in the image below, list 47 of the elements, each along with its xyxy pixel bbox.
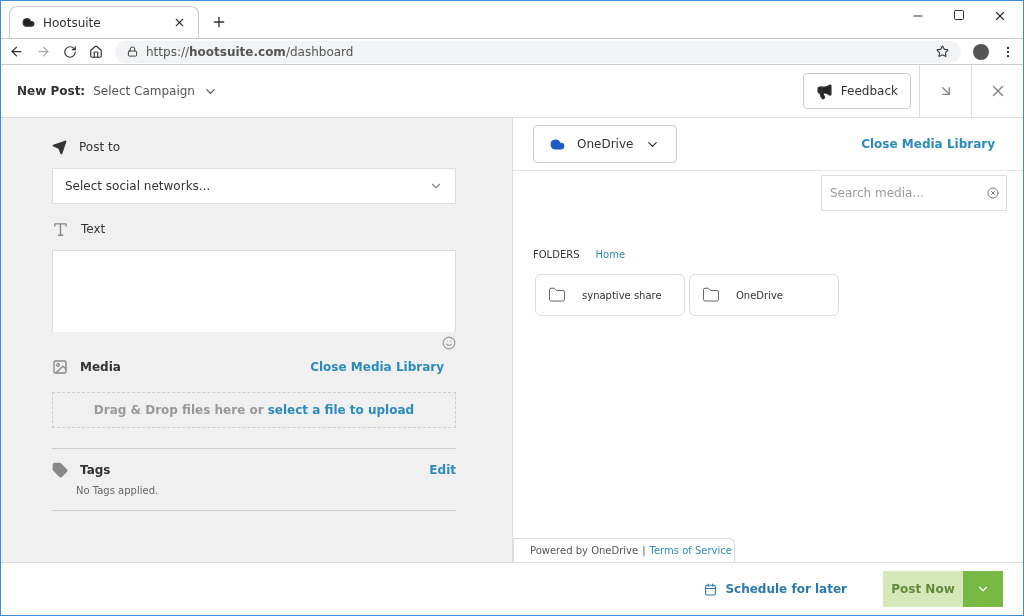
megaphone-icon — [815, 82, 833, 100]
url-text: https://hootsuite.com/dashboard — [146, 43, 355, 61]
post-text-field[interactable] — [52, 250, 456, 332]
folders-label: FOLDERS — [533, 248, 580, 262]
address-bar[interactable]: https://hootsuite.com/dashboard — [115, 40, 961, 63]
folder-icon — [548, 286, 566, 304]
logo-icon — [22, 16, 35, 29]
maximize-icon[interactable] — [953, 9, 965, 21]
folder-card[interactable]: OneDrive — [689, 274, 839, 316]
tab-title: Hootsuite — [43, 14, 102, 32]
separator-text: | — [642, 544, 646, 558]
back-icon[interactable] — [9, 44, 24, 59]
image-icon — [52, 359, 68, 375]
campaign-select[interactable]: Select Campaign — [93, 82, 218, 100]
avatar[interactable] — [973, 43, 989, 60]
clear-icon[interactable] — [987, 187, 999, 199]
cloud-icon — [550, 136, 565, 152]
home-icon[interactable] — [89, 44, 103, 59]
search-field[interactable]: Search media... — [821, 175, 1007, 211]
text-label: Text — [81, 221, 106, 238]
post-to-label: Post to — [79, 139, 120, 156]
social-networks-select[interactable]: Select social networks... — [52, 168, 456, 204]
close-media-library-link[interactable]: Close Media Library — [861, 135, 995, 153]
source-select[interactable]: OneDrive — [533, 125, 678, 163]
star-icon[interactable] — [936, 45, 949, 58]
close-tab-icon[interactable] — [173, 16, 186, 29]
folder-icon — [702, 286, 720, 304]
drop-text: Drag & Drop files here or — [93, 402, 264, 419]
lock-icon — [127, 46, 138, 57]
new-tab-icon[interactable] — [211, 14, 227, 30]
no-tags-text: No Tags applied. — [76, 484, 160, 498]
close-window-icon[interactable] — [993, 9, 1007, 23]
calendar-icon — [704, 582, 718, 596]
tag-icon — [52, 462, 68, 478]
media-label: Media — [80, 359, 122, 376]
feedback-button[interactable]: Feedback — [802, 73, 911, 109]
terms-link[interactable]: Terms of Service — [649, 543, 732, 558]
powered-by-text: Powered by OneDrive — [530, 544, 639, 558]
home-breadcrumb[interactable]: Home — [595, 247, 626, 262]
text-icon — [52, 220, 69, 238]
tags-label: Tags — [80, 462, 112, 479]
post-now-button: Post Now — [883, 571, 963, 607]
new-post-label: New Post: — [17, 83, 86, 100]
folder-card[interactable]: synaptive share — [535, 274, 685, 316]
paper-plane-icon — [52, 139, 67, 155]
reload-icon[interactable] — [63, 44, 77, 59]
browser-tab[interactable]: Hootsuite — [9, 6, 199, 38]
